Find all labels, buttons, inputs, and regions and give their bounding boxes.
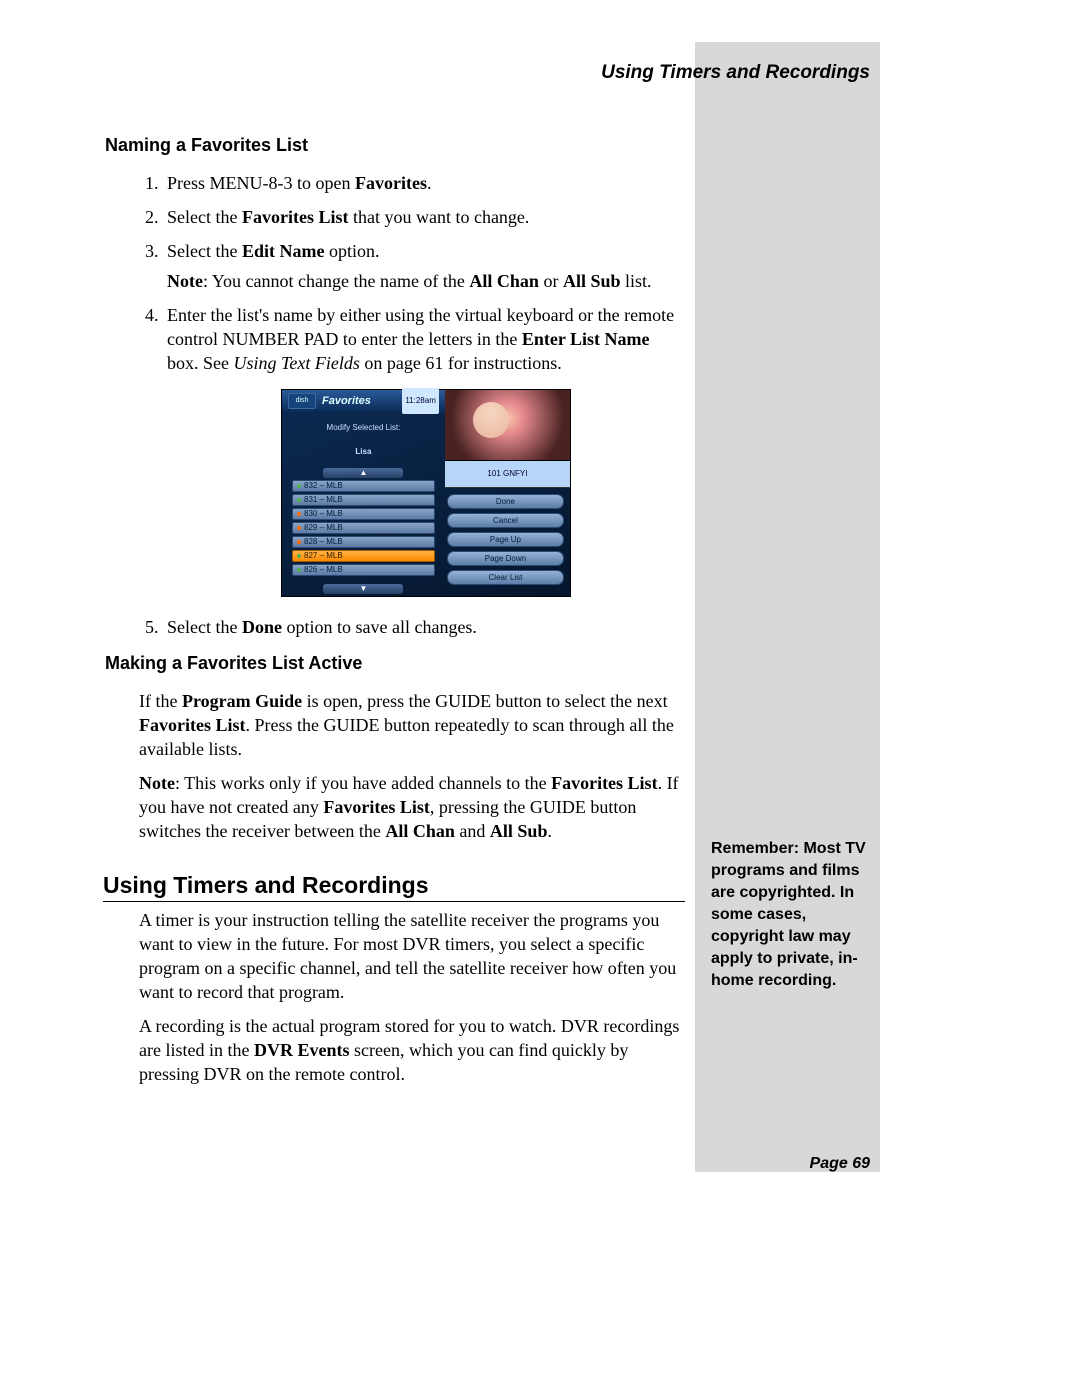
page-number: Page 69	[810, 1155, 880, 1173]
main-content: Naming a Favorites List Press MENU-8-3 t…	[105, 125, 685, 1096]
timers-paragraph-2: A recording is the actual program stored…	[139, 1014, 685, 1086]
timers-paragraph-1: A timer is your instruction telling the …	[139, 908, 685, 1004]
heading-naming-favorites: Naming a Favorites List	[105, 133, 685, 157]
step-5: Select the Done option to save all chang…	[163, 615, 685, 639]
done-button[interactable]: Done	[447, 494, 564, 509]
modify-selected-label: Modify Selected List: Lisa	[282, 412, 445, 466]
dish-logo-icon: dish	[288, 393, 316, 409]
pip-preview	[445, 390, 570, 461]
step-1: Press MENU-8-3 to open Favorites.	[163, 171, 685, 195]
heading-making-active: Making a Favorites List Active	[105, 651, 685, 675]
scroll-down-button[interactable]: ▼	[323, 584, 403, 594]
screen-title: Favorites	[322, 389, 371, 413]
making-active-paragraph-2: Note: This works only if you have added …	[139, 771, 685, 843]
running-header: Using Timers and Recordings	[0, 62, 880, 84]
channel-row[interactable]: 826 – MLB	[292, 564, 435, 576]
manual-page: Remember: Most TV programs and films are…	[0, 0, 1080, 1397]
page-up-button[interactable]: Page Up	[447, 532, 564, 547]
making-active-paragraph-1: If the Program Guide is open, press the …	[139, 689, 685, 761]
step-4: Enter the list's name by either using th…	[163, 303, 685, 597]
dvr-screen: dish Favorites 11:28am Modify Selected L…	[281, 389, 571, 597]
heading-using-timers: Using Timers and Recordings	[103, 873, 685, 902]
clear-list-button[interactable]: Clear List	[447, 570, 564, 585]
page-down-button[interactable]: Page Down	[447, 551, 564, 566]
margin-sidebar: Remember: Most TV programs and films are…	[695, 42, 880, 1172]
naming-steps-list: Press MENU-8-3 to open Favorites. Select…	[105, 171, 685, 639]
step-2: Select the Favorites List that you want …	[163, 205, 685, 229]
sidebar-reminder-note: Remember: Most TV programs and films are…	[711, 838, 868, 992]
channel-list: 832 – MLB 831 – MLB 830 – MLB 829 – MLB …	[282, 480, 445, 582]
favorites-screenshot: dish Favorites 11:28am Modify Selected L…	[167, 389, 685, 597]
pip-channel-label: 101 GNFYI	[445, 461, 570, 488]
clock-badge: 11:28am	[402, 388, 439, 414]
cancel-button[interactable]: Cancel	[447, 513, 564, 528]
step-3: Select the Edit Name option. Note: You c…	[163, 239, 685, 293]
